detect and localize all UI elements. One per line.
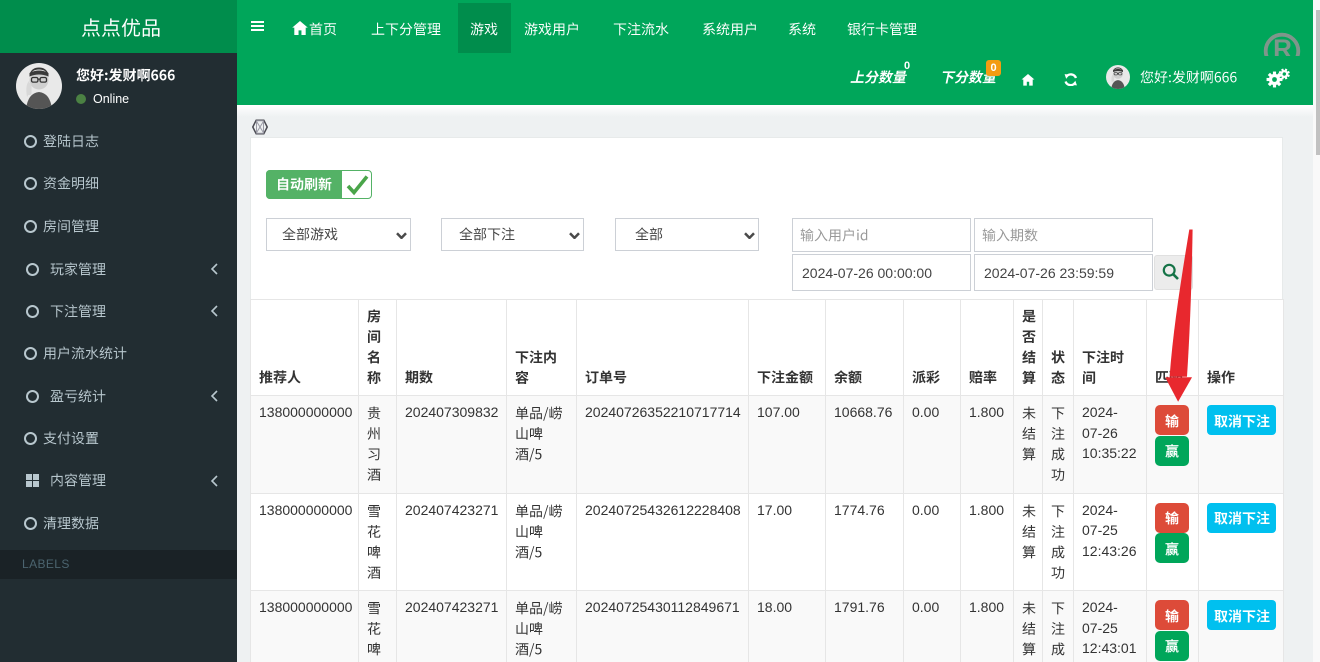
svg-text:R: R bbox=[1273, 34, 1292, 57]
